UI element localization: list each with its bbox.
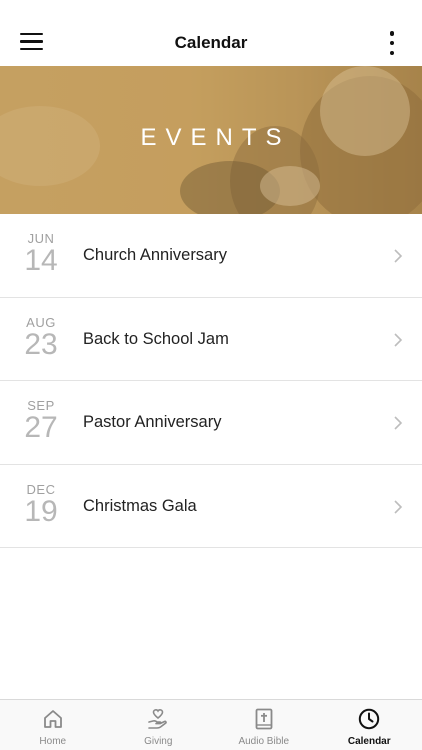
clock-icon (359, 708, 380, 730)
event-date: SEP 27 (18, 399, 64, 443)
menu-button[interactable] (20, 33, 44, 53)
event-date: AUG 23 (18, 315, 64, 361)
chevron-right-icon (394, 332, 403, 347)
chevron-right-icon (394, 249, 403, 263)
home-icon (43, 710, 62, 728)
chevron-right-icon (394, 416, 403, 430)
giving-hand-heart-icon (148, 708, 168, 729)
tab-calendar[interactable]: Calendar (317, 700, 422, 750)
event-day: 23 (24, 327, 58, 361)
navigation-bar: Calendar (0, 20, 422, 66)
tab-label: Calendar (347, 736, 391, 747)
banner-title: EVENTS (140, 124, 291, 151)
event-title: Pastor Anniversary (83, 413, 222, 431)
tab-label: Audio Bible (238, 736, 290, 747)
vertical-dots-icon (389, 31, 395, 36)
tab-audio-bible[interactable]: Audio Bible (211, 700, 317, 750)
page-title: Calendar (174, 33, 248, 52)
event-row[interactable]: SEP 27 Pastor Anniversary (0, 381, 422, 465)
hamburger-menu-icon (20, 33, 44, 51)
tab-label: Giving (144, 736, 173, 747)
event-day: 27 (24, 411, 58, 444)
event-title: Church Anniversary (83, 246, 227, 264)
event-title: Christmas Gala (83, 496, 197, 515)
event-row[interactable]: JUN 14 Church Anniversary (0, 214, 422, 298)
event-day: 19 (24, 494, 58, 528)
more-options-button[interactable] (388, 31, 396, 55)
event-day: 14 (24, 244, 58, 277)
event-date: JUN 14 (18, 232, 64, 276)
event-row[interactable]: DEC 19 Christmas Gala (0, 465, 422, 548)
event-date: DEC 19 (18, 482, 64, 528)
tab-bar: Home Giving Audio Bible Calendar (0, 699, 422, 750)
bible-cross-icon (255, 708, 273, 730)
event-list: JUN 14 Church Anniversary AUG 23 Back to… (0, 214, 422, 548)
tab-label: Home (39, 736, 67, 747)
event-row[interactable]: AUG 23 Back to School Jam (0, 298, 422, 381)
tab-giving[interactable]: Giving (106, 700, 212, 750)
status-bar (0, 0, 422, 20)
events-banner: EVENTS (0, 66, 422, 214)
event-title: Back to School Jam (83, 329, 229, 348)
chevron-right-icon (394, 499, 403, 514)
tab-home[interactable]: Home (0, 700, 106, 750)
